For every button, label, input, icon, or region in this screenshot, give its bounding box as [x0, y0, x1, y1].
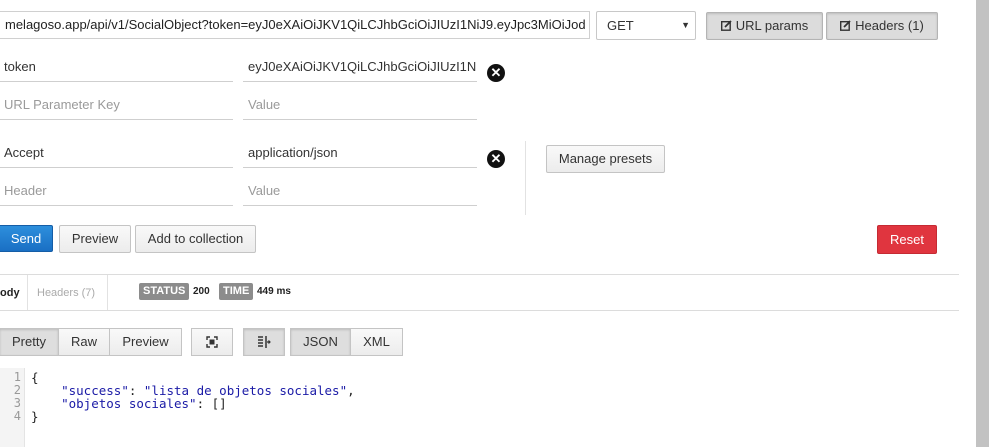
xml-button[interactable]: XML	[350, 328, 403, 356]
preview-button[interactable]: Preview	[59, 225, 131, 253]
line-number-gutter: 1 2 3 4	[0, 368, 25, 447]
json-button[interactable]: JSON	[290, 328, 351, 356]
raw-button[interactable]: Raw	[58, 328, 110, 356]
url-param-value-input[interactable]: eyJ0eXAiOiJKV1QiLCJhbGciOiJIUzI1N	[243, 57, 477, 82]
divider	[27, 275, 28, 310]
header-key-input[interactable]: Accept	[0, 143, 233, 168]
response-code: 1 2 3 4 { "success": "lista de objetos s…	[0, 368, 960, 447]
fullscreen-icon	[206, 331, 218, 357]
header-value-input[interactable]: application/json	[243, 143, 477, 168]
url-input[interactable]: melagoso.app/api/v1/SocialObject?token=e…	[0, 11, 590, 39]
url-params-label: URL params	[735, 18, 809, 33]
circle-x-icon[interactable]: ✕	[487, 150, 505, 168]
line-number: 4	[13, 409, 21, 423]
url-params-button[interactable]: URL params	[706, 12, 823, 40]
manage-presets-button[interactable]: Manage presets	[546, 145, 665, 173]
chevron-down-icon: ▼	[681, 20, 690, 30]
line-number: 2	[13, 383, 21, 397]
json-key: "objetos sociales"	[61, 396, 197, 411]
divider	[0, 274, 959, 275]
response-preview-button[interactable]: Preview	[109, 328, 182, 356]
divider	[107, 275, 108, 310]
edit-icon	[840, 14, 851, 31]
line-number: 1	[13, 370, 21, 384]
code-line: "objetos sociales": []	[61, 396, 227, 411]
scrollbar[interactable]	[976, 0, 989, 447]
header-value-placeholder[interactable]: Value	[243, 181, 477, 206]
headers-label: Headers (1)	[855, 18, 924, 33]
code-line: }	[31, 409, 39, 424]
tab-headers[interactable]: Headers (7)	[37, 275, 95, 311]
line-number: 3	[13, 396, 21, 410]
url-param-value-placeholder[interactable]: Value	[243, 95, 477, 120]
time-value: 449 ms	[257, 286, 291, 297]
json-array: []	[211, 396, 227, 411]
divider	[0, 310, 959, 311]
fullscreen-button[interactable]	[191, 328, 233, 356]
reset-button[interactable]: Reset	[877, 225, 937, 254]
divider	[525, 141, 526, 215]
send-button[interactable]: Send	[0, 225, 53, 252]
wrap-lines-icon	[257, 331, 271, 357]
wrap-lines-button[interactable]	[243, 328, 285, 356]
tab-body[interactable]: ody	[0, 275, 27, 310]
time-badge: TIME	[219, 283, 254, 300]
method-value: GET	[607, 18, 634, 33]
url-param-key-placeholder[interactable]: URL Parameter Key	[0, 95, 233, 120]
pretty-button[interactable]: Pretty	[0, 328, 59, 356]
status-badge: STATUS	[139, 283, 190, 300]
method-select[interactable]: GET ▼	[596, 11, 696, 40]
url-param-key-input[interactable]: token	[0, 57, 233, 82]
circle-x-icon[interactable]: ✕	[487, 64, 505, 82]
header-key-placeholder[interactable]: Header	[0, 181, 233, 206]
edit-icon	[720, 14, 732, 31]
headers-button[interactable]: Headers (1)	[826, 12, 938, 40]
status-value: 200	[193, 286, 210, 297]
add-to-collection-button[interactable]: Add to collection	[135, 225, 256, 253]
